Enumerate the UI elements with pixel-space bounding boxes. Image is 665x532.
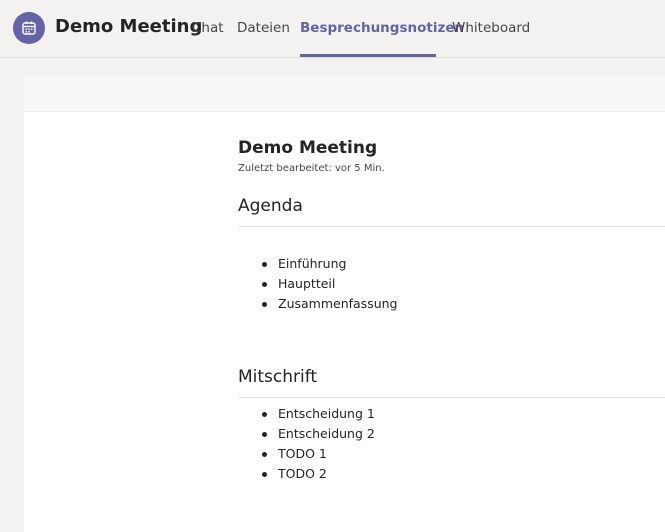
list-item: TODO 1 [260, 444, 375, 464]
section-divider [238, 397, 665, 398]
list-item: Zusammenfassung [260, 294, 398, 314]
list-item-text: Hauptteil [278, 276, 336, 291]
list-item: Entscheidung 1 [260, 404, 375, 424]
tab-files[interactable]: Dateien [237, 20, 290, 36]
notes-list: Entscheidung 1 Entscheidung 2 TODO 1 TOD… [260, 404, 375, 484]
list-item: Entscheidung 2 [260, 424, 375, 444]
list-item: Einführung [260, 254, 398, 274]
notes-panel: Demo Meeting Zuletzt bearbeitet: vor 5 M… [24, 76, 665, 532]
active-tab-indicator [300, 54, 436, 57]
meeting-header: Demo Meeting Chat Dateien Besprechungsno… [0, 0, 665, 58]
bullet-icon [262, 262, 267, 267]
tab-meeting-notes[interactable]: Besprechungsnotizen [300, 20, 464, 36]
list-item-text: Entscheidung 2 [278, 426, 375, 441]
section-heading-agenda: Agenda [238, 196, 303, 216]
calendar-icon [13, 12, 45, 44]
bullet-icon [262, 452, 267, 457]
calendar-icon-glyph [22, 21, 36, 35]
section-divider [238, 226, 665, 227]
bullet-icon [262, 472, 267, 477]
list-item-text: Entscheidung 1 [278, 406, 375, 421]
agenda-list: Einführung Hauptteil Zusammenfassung [260, 254, 398, 314]
bullet-icon [262, 432, 267, 437]
list-item: Hauptteil [260, 274, 398, 294]
tab-whiteboard[interactable]: Whiteboard [452, 20, 530, 36]
bullet-icon [262, 302, 267, 307]
list-item-text: TODO 1 [278, 446, 327, 461]
last-edited-text: Zuletzt bearbeitet: vor 5 Min. [238, 163, 385, 174]
list-item-text: Zusammenfassung [278, 296, 398, 311]
list-item-text: Einführung [278, 256, 347, 271]
list-item-text: TODO 2 [278, 466, 327, 481]
bullet-icon [262, 282, 267, 287]
tab-chat[interactable]: Chat [192, 20, 224, 36]
meeting-title: Demo Meeting [55, 16, 203, 37]
notes-toolbar [24, 76, 665, 112]
list-item: TODO 2 [260, 464, 375, 484]
bullet-icon [262, 412, 267, 417]
section-heading-notes: Mitschrift [238, 367, 318, 387]
document-title: Demo Meeting [238, 138, 378, 158]
